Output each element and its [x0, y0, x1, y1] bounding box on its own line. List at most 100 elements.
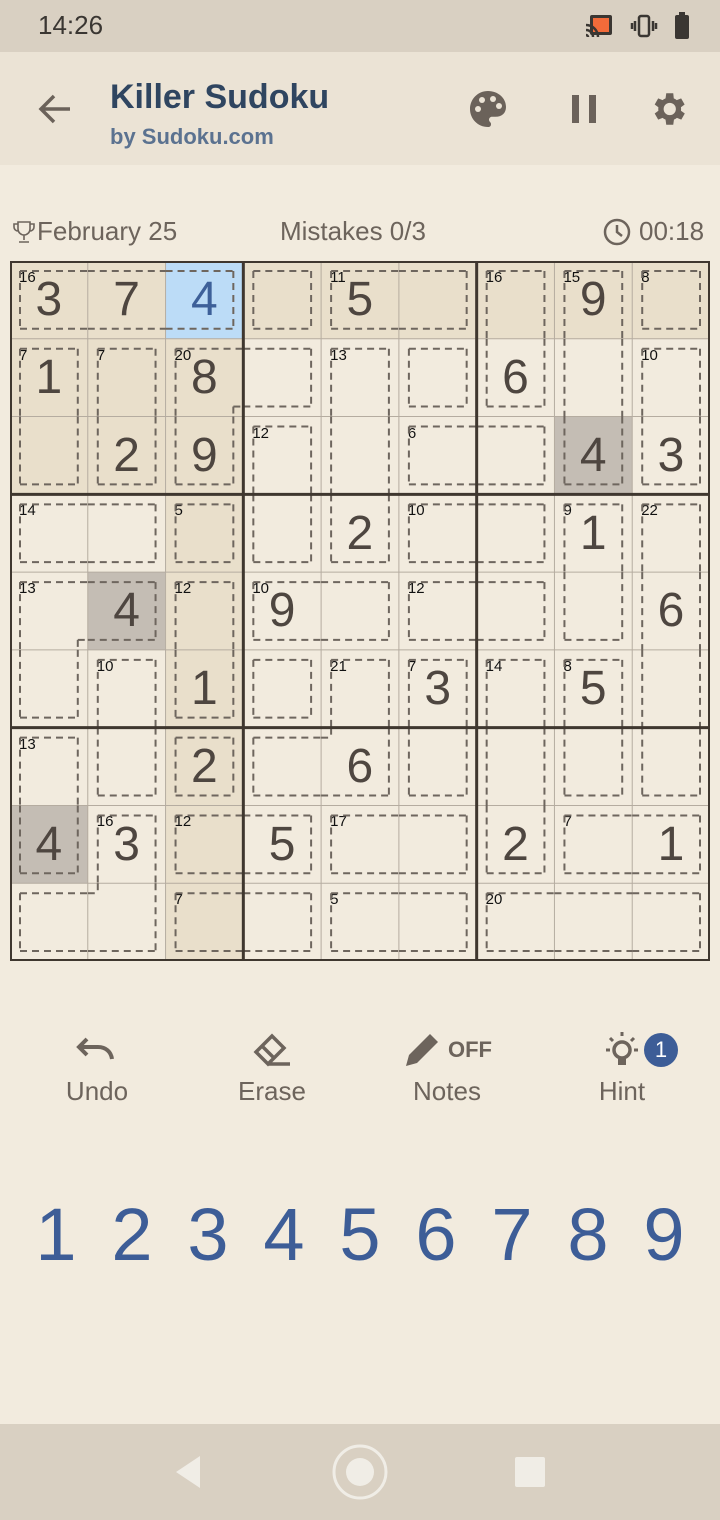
grid-cell[interactable]: 6 — [476, 338, 555, 417]
grid-cell[interactable]: 5 — [321, 883, 399, 961]
grid-cell[interactable] — [243, 649, 321, 728]
grid-cell[interactable]: 1 — [632, 805, 710, 884]
grid-cell[interactable]: 6 — [321, 727, 399, 806]
grid-cell[interactable] — [476, 416, 555, 495]
grid-cell[interactable]: 4 — [554, 416, 633, 495]
grid-cell[interactable]: 21 — [321, 649, 399, 728]
grid-cell[interactable]: 37 — [398, 649, 477, 728]
grid-cell[interactable] — [398, 805, 477, 884]
grid-cell[interactable]: 5 — [243, 805, 321, 884]
notes-button[interactable]: OFF Notes — [387, 1030, 507, 1107]
numpad-1[interactable]: 1 — [18, 1192, 94, 1277]
numpad-4[interactable]: 4 — [246, 1192, 322, 1277]
grid-cell[interactable]: 5 11 — [321, 261, 399, 339]
numpad-9[interactable]: 9 — [626, 1192, 702, 1277]
grid-cell[interactable] — [10, 883, 88, 961]
grid-cell[interactable]: 10 — [398, 494, 477, 572]
grid-cell[interactable]: 7 — [87, 338, 166, 417]
numpad-8[interactable]: 8 — [550, 1192, 626, 1277]
grid-cell[interactable] — [398, 338, 477, 417]
back-arrow-icon[interactable] — [34, 88, 76, 130]
numpad-5[interactable]: 5 — [322, 1192, 398, 1277]
nav-home-icon[interactable] — [330, 1442, 390, 1502]
grid-cell[interactable] — [243, 338, 321, 417]
grid-cell[interactable]: 19 — [554, 494, 633, 572]
grid-cell[interactable] — [243, 494, 321, 572]
grid-cell[interactable]: 22 — [632, 494, 710, 572]
grid-cell[interactable]: 6 — [632, 572, 710, 650]
grid-cell[interactable] — [554, 572, 633, 650]
grid-cell[interactable]: 9 10 — [243, 572, 321, 650]
grid-cell[interactable] — [398, 727, 477, 806]
gear-icon[interactable] — [647, 88, 689, 130]
grid-cell[interactable]: 8 20 — [165, 338, 244, 417]
grid-cell[interactable] — [10, 649, 88, 728]
palette-icon[interactable] — [467, 88, 509, 130]
grid-cell[interactable] — [476, 727, 555, 806]
grid-cell[interactable]: 7 — [87, 261, 166, 339]
grid-cell[interactable]: 6 — [398, 416, 477, 495]
grid-cell[interactable] — [632, 883, 710, 961]
grid-cell[interactable] — [476, 494, 555, 572]
grid-cell[interactable]: 2 — [476, 805, 555, 884]
grid-cell[interactable]: 13 — [10, 572, 88, 650]
grid-cell[interactable] — [554, 338, 633, 417]
grid-cell[interactable]: 14 — [476, 649, 555, 728]
grid-cell[interactable] — [87, 727, 166, 806]
grid-cell[interactable] — [10, 416, 88, 495]
grid-cell[interactable]: 7 — [165, 883, 244, 961]
grid-cell[interactable]: 16 — [476, 261, 555, 339]
numpad-3[interactable]: 3 — [170, 1192, 246, 1277]
grid-cell[interactable] — [321, 416, 399, 495]
undo-button[interactable]: Undo — [37, 1030, 157, 1107]
grid-cell[interactable] — [87, 883, 166, 961]
grid-cell[interactable] — [243, 261, 321, 339]
erase-button[interactable]: Erase — [212, 1030, 332, 1107]
grid-cell[interactable] — [632, 727, 710, 806]
grid-cell[interactable] — [87, 494, 166, 572]
grid-cell[interactable]: 3 16 — [87, 805, 166, 884]
grid-cell[interactable] — [321, 572, 399, 650]
numpad-7[interactable]: 7 — [474, 1192, 550, 1277]
grid-cell[interactable] — [554, 883, 633, 961]
grid-cell[interactable]: 7 — [554, 805, 633, 884]
hint-button[interactable]: 1 Hint — [562, 1030, 682, 1107]
grid-cell[interactable]: 8 — [632, 261, 710, 339]
grid-cell[interactable] — [398, 883, 477, 961]
grid-cell[interactable]: 2 — [321, 494, 399, 572]
grid-cell[interactable]: 17 — [321, 805, 399, 884]
grid-cell[interactable]: 3 16 — [10, 261, 88, 339]
grid-cell[interactable]: 1 — [165, 649, 244, 728]
grid-cell[interactable] — [243, 727, 321, 806]
grid-cell[interactable]: 14 — [10, 494, 88, 572]
grid-cell[interactable]: 4 — [10, 805, 88, 884]
grid-cell[interactable]: 2 — [87, 416, 166, 495]
grid-cell[interactable]: 12 — [165, 805, 244, 884]
grid-cell[interactable]: 10 — [632, 338, 710, 417]
grid-cell[interactable]: 4 — [165, 261, 244, 339]
grid-cell[interactable] — [554, 727, 633, 806]
grid-cell[interactable]: 12 — [165, 572, 244, 650]
grid-cell[interactable]: 12 — [243, 416, 321, 495]
grid-cell[interactable]: 2 — [165, 727, 244, 806]
grid-cell[interactable]: 9 15 — [554, 261, 633, 339]
grid-cell[interactable]: 13 — [10, 727, 88, 806]
pause-icon[interactable] — [563, 88, 605, 130]
grid-cell[interactable]: 9 — [165, 416, 244, 495]
grid-cell[interactable]: 58 — [554, 649, 633, 728]
grid-cell[interactable] — [398, 261, 477, 339]
grid-cell[interactable]: 4 — [87, 572, 166, 650]
grid-cell[interactable]: 5 — [165, 494, 244, 572]
grid-cell[interactable] — [632, 649, 710, 728]
numpad-2[interactable]: 2 — [94, 1192, 170, 1277]
grid-cell[interactable] — [243, 883, 321, 961]
numpad-6[interactable]: 6 — [398, 1192, 474, 1277]
grid-cell[interactable]: 12 — [398, 572, 477, 650]
grid-cell[interactable]: 20 — [476, 883, 555, 961]
grid-cell[interactable]: 13 — [321, 338, 399, 417]
nav-back-icon[interactable] — [172, 1454, 204, 1490]
grid-cell[interactable]: 10 — [87, 649, 166, 728]
grid-cell[interactable] — [476, 572, 555, 650]
nav-recents-icon[interactable] — [514, 1456, 546, 1488]
grid-cell[interactable]: 17 — [10, 338, 88, 417]
